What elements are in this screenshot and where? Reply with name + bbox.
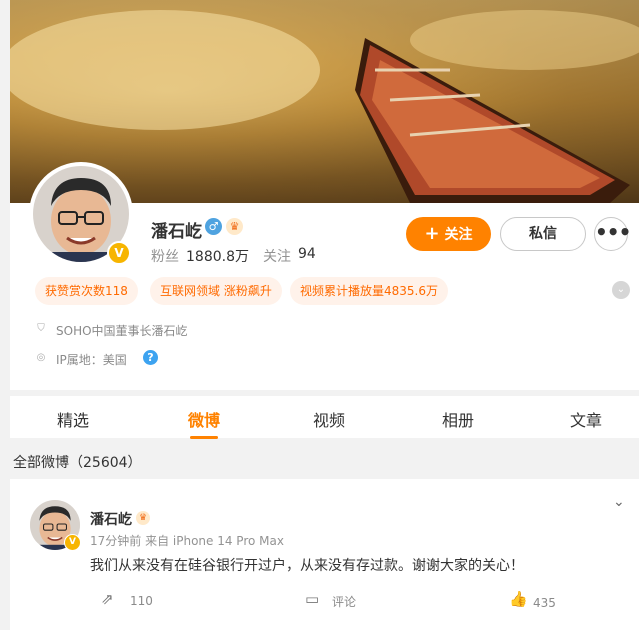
tab-weibo[interactable]: 微博 <box>174 407 234 431</box>
tag-reward-count[interactable]: 获赞赏次数118 <box>35 277 138 305</box>
verified-badge-icon: V <box>107 241 131 265</box>
help-icon[interactable]: ? <box>143 350 158 365</box>
profile-description: SOHO中国董事长潘石屹 <box>56 324 188 338</box>
vip-crown-icon: ♛ <box>226 218 243 235</box>
repost-count[interactable]: 110 <box>130 594 153 608</box>
following-count[interactable]: 94 <box>298 246 316 262</box>
tab-featured[interactable]: 精选 <box>43 407 103 431</box>
post-menu-chevron-icon[interactable]: ⌄ <box>613 494 625 510</box>
follow-button[interactable]: + 关注 <box>406 217 491 251</box>
tag-video-plays[interactable]: 视频累计播放量4835.6万 <box>290 277 448 305</box>
total-posts-label: 全部微博（25604） <box>13 455 142 471</box>
follow-button-label: 关注 <box>444 227 473 243</box>
ip-location-icon: ◎ <box>36 352 46 363</box>
plus-icon: + <box>424 223 440 244</box>
post-text: 我们从来没有在硅谷银行开过户，从来没有存过款。谢谢大家的关心！ <box>90 558 524 574</box>
male-gender-icon: ♂ <box>205 218 222 235</box>
post-vip-crown-icon: ♛ <box>136 511 150 525</box>
post-meta: 17分钟前 来自 iPhone 14 Pro Max <box>90 534 284 548</box>
tab-album[interactable]: 相册 <box>428 407 488 431</box>
like-count[interactable]: 435 <box>533 596 556 610</box>
like-icon[interactable]: 👍 <box>509 590 528 608</box>
tab-video[interactable]: 视频 <box>299 407 359 431</box>
tag-fan-surge[interactable]: 互联网领域 涨粉飙升 <box>150 277 282 305</box>
fans-count[interactable]: 1880.8万 <box>186 246 249 266</box>
fans-label: 粉丝 <box>151 249 179 265</box>
profile-name: 潘石屹 <box>151 222 202 242</box>
message-button[interactable]: 私信 <box>500 217 586 251</box>
following-label: 关注 <box>263 249 291 265</box>
ip-location-text: IP属地：美国 <box>56 353 127 367</box>
expand-chevron-icon[interactable]: ⌄ <box>612 281 630 299</box>
repost-icon[interactable]: ⇗ <box>101 590 114 608</box>
more-options-button[interactable]: ••• <box>594 217 631 251</box>
shield-icon: ⛉ <box>37 323 45 334</box>
post-author-name[interactable]: 潘石屹 <box>90 509 132 529</box>
post-verified-badge-icon: V <box>64 534 81 551</box>
comment-label[interactable]: 评论 <box>332 593 356 610</box>
tab-articles[interactable]: 文章 <box>556 407 616 431</box>
comment-icon[interactable]: ▭ <box>305 590 319 608</box>
active-tab-indicator <box>190 436 218 439</box>
